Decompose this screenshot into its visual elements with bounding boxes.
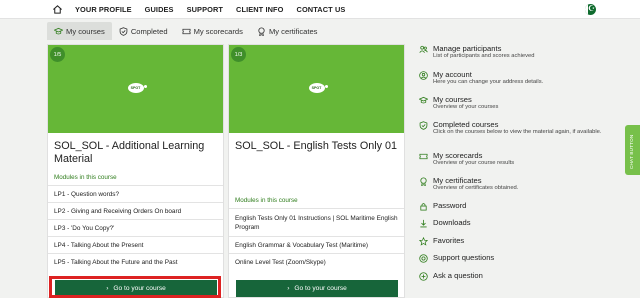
- tab-label: My scorecards: [193, 26, 243, 36]
- sidebar-item-ask-a-question[interactable]: Ask a question: [419, 271, 483, 281]
- modules-label: Modules in this course: [235, 197, 298, 204]
- tab-my-scorecards[interactable]: My scorecards: [175, 22, 250, 40]
- module-item[interactable]: English Grammar & Vocabulary Test (Marit…: [229, 236, 404, 253]
- module-item[interactable]: English Tests Only 01 Instructions | SOL…: [229, 208, 404, 236]
- course-card-header[interactable]: 1/5 SPOT: [48, 45, 223, 133]
- spot-logo: SPOT: [127, 83, 147, 93]
- tab-my-certificates[interactable]: My certificates: [250, 22, 325, 40]
- tab-label: My certificates: [268, 26, 318, 36]
- sidebar-item-title: My certificates: [433, 176, 482, 185]
- module-item[interactable]: LP2 - Giving and Receiving Orders On boa…: [48, 202, 223, 219]
- module-item[interactable]: LP5 - Talking About the Future and the P…: [48, 253, 223, 270]
- chat-button-label: CHAT BUTTON: [629, 134, 634, 169]
- sidebar-item-password[interactable]: Password: [419, 201, 466, 211]
- ticket-icon: [419, 153, 428, 160]
- sidebar-item-downloads[interactable]: Downloads: [419, 218, 471, 228]
- sidebar-item-favorites[interactable]: Favorites: [419, 236, 464, 246]
- users-icon: [419, 45, 428, 53]
- course-tabs: My courses Completed My scorecards My ce…: [47, 22, 324, 40]
- ticket-icon: [182, 28, 191, 34]
- course-title[interactable]: SOL_SOL - English Tests Only 01: [235, 140, 400, 153]
- sidebar-item-desc: Click on the courses below to view the m…: [433, 129, 602, 135]
- sidebar-item-support-questions[interactable]: Support questions: [419, 253, 494, 263]
- nav-link-guides[interactable]: GUIDES: [145, 5, 174, 14]
- download-icon: [420, 219, 427, 228]
- nav-link-client-info[interactable]: CLIENT INFO: [236, 5, 284, 14]
- plus-circle-icon: [419, 272, 428, 281]
- sidebar-item-manage-participants[interactable]: Manage participants List of participants…: [419, 44, 535, 60]
- graduation-cap-icon: [54, 27, 63, 34]
- sidebar-item-desc: List of participants and scores achieved: [433, 53, 535, 59]
- star-icon: [419, 237, 428, 246]
- chevron-right-icon: ›: [287, 285, 290, 292]
- user-icon: [419, 71, 428, 80]
- module-item[interactable]: LP3 - 'Do You Copy?': [48, 219, 223, 236]
- sidebar-item-title: My scorecards: [433, 151, 483, 160]
- sidebar-item-my-certificates[interactable]: My certificates Overview of certificates…: [419, 176, 518, 192]
- nav-link-contact-us[interactable]: CONTACT US: [297, 5, 346, 14]
- tab-label: Completed: [130, 26, 168, 36]
- progress-badge: 1/3: [231, 47, 246, 62]
- modules-label: Modules in this course: [54, 174, 117, 181]
- check-shield-icon: [419, 121, 428, 130]
- sidebar-item-title: Favorites: [433, 236, 465, 245]
- sidebar-item-title: Support questions: [433, 253, 495, 262]
- course-card: 1/3 SPOT SOL_SOL - English Tests Only 01…: [228, 44, 405, 298]
- course-card-header[interactable]: 1/3 SPOT: [229, 45, 404, 133]
- sidebar-item-title: Completed courses: [433, 120, 499, 129]
- language-flag-icon[interactable]: [585, 4, 596, 15]
- spot-logo: SPOT: [308, 83, 328, 93]
- lock-icon: [420, 203, 427, 211]
- sidebar-item-desc: Overview of your course results: [433, 160, 515, 166]
- tab-my-courses[interactable]: My courses: [47, 22, 112, 40]
- sidebar-item-title: Password: [433, 201, 467, 210]
- sidebar-item-my-courses[interactable]: My courses Overview of your courses: [419, 95, 498, 111]
- sidebar-item-desc: Overview of certificates obtained.: [433, 185, 519, 191]
- sidebar-item-desc: Overview of your courses: [433, 104, 499, 110]
- top-navigation: YOUR PROFILE GUIDES SUPPORT CLIENT INFO …: [0, 0, 640, 19]
- certificate-icon: [420, 177, 427, 186]
- module-item[interactable]: Online Level Test (Zoom/Skype): [229, 253, 404, 270]
- home-icon[interactable]: [52, 4, 63, 15]
- sidebar-item-title: My account: [433, 70, 472, 79]
- chat-button[interactable]: CHAT BUTTON: [625, 125, 640, 175]
- go-to-course-label: Go to your course: [294, 285, 347, 292]
- certificate-icon: [258, 26, 265, 36]
- module-item[interactable]: LP1 - Question words?: [48, 185, 223, 202]
- sidebar-item-my-account[interactable]: My account Here you can change your addr…: [419, 70, 543, 86]
- sidebar-item-title: Ask a question: [433, 271, 483, 280]
- sidebar-item-title: Manage participants: [433, 44, 502, 53]
- course-card: 1/5 SPOT SOL_SOL - Additional Learning M…: [47, 44, 224, 298]
- sidebar-item-desc: Here you can change your address details…: [433, 79, 544, 85]
- tab-completed[interactable]: Completed: [112, 22, 175, 40]
- course-title[interactable]: SOL_SOL - Additional Learning Material: [54, 140, 219, 165]
- highlight-box: [49, 276, 221, 298]
- sidebar-item-title: My courses: [433, 95, 472, 104]
- nav-link-your-profile[interactable]: YOUR PROFILE: [75, 5, 132, 14]
- go-to-course-button[interactable]: › Go to your course: [236, 280, 398, 297]
- check-shield-icon: [119, 26, 128, 36]
- tab-label: My courses: [66, 26, 105, 36]
- graduation-cap-icon: [419, 96, 428, 104]
- progress-badge: 1/5: [50, 47, 65, 62]
- sidebar-item-title: Downloads: [433, 218, 471, 227]
- sidebar-item-completed-courses[interactable]: Completed courses Click on the courses b…: [419, 120, 613, 136]
- nav-link-support[interactable]: SUPPORT: [187, 5, 223, 14]
- help-icon: [419, 254, 428, 263]
- module-item[interactable]: LP4 - Talking About the Present: [48, 236, 223, 253]
- sidebar-item-my-scorecards[interactable]: My scorecards Overview of your course re…: [419, 151, 514, 167]
